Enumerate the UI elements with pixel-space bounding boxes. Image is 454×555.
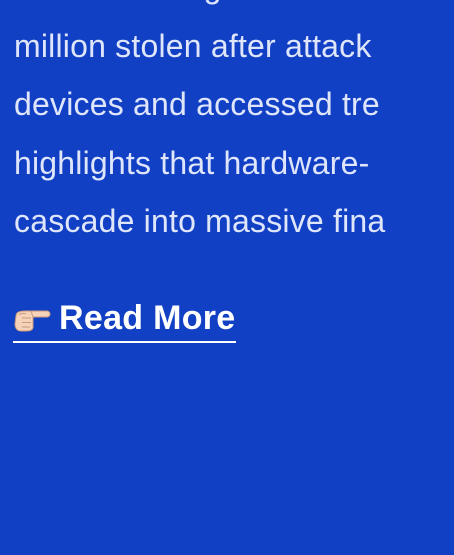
pointing-hand-right-icon — [13, 305, 51, 333]
article-text-line: devices and accessed tre — [14, 86, 380, 122]
article-body: one of the largest ... million stolen af… — [14, 0, 454, 251]
article-text-line: highlights that hardware- — [14, 144, 370, 181]
article-text-line: one of the largest ... — [14, 0, 454, 17]
read-more-link[interactable]: Read More — [13, 298, 236, 343]
read-more-label: Read More — [59, 299, 236, 337]
article-text-line: million stolen after attack — [14, 27, 372, 64]
article-text-line: cascade into massive fina — [14, 203, 386, 239]
